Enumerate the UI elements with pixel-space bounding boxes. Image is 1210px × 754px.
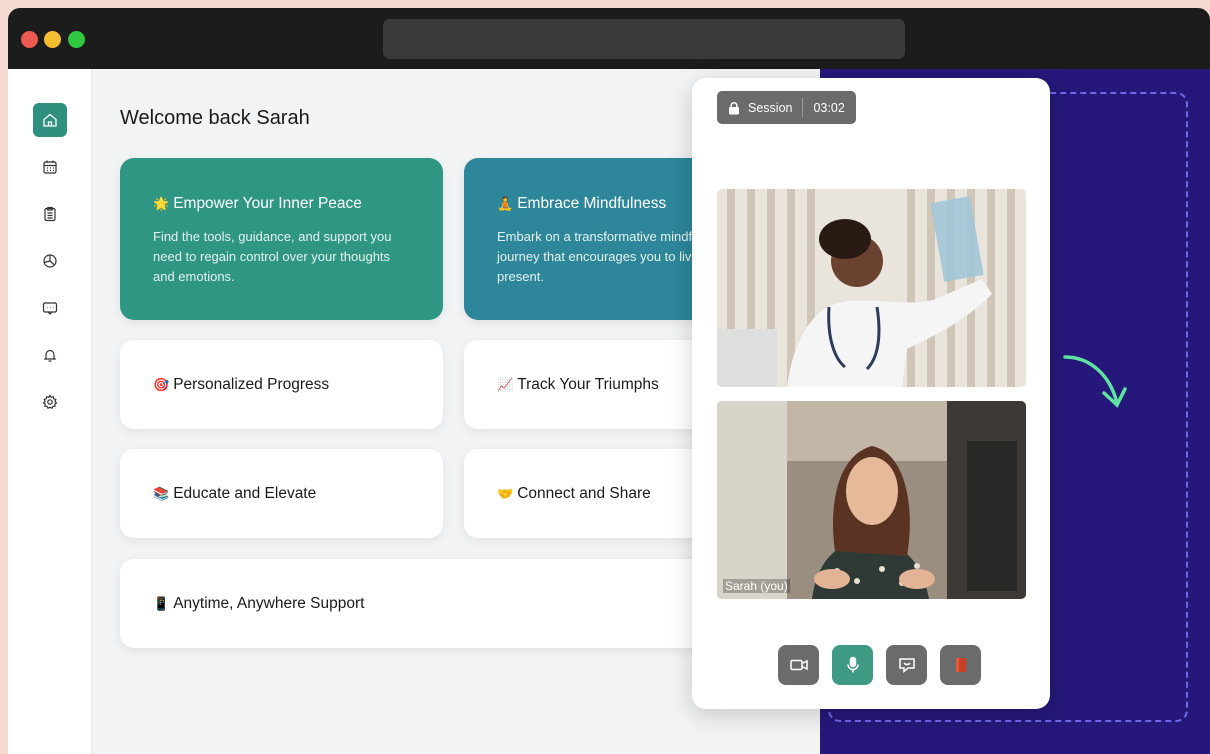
clipboard-icon (44, 206, 56, 222)
settings-icon (42, 394, 58, 409)
lock-icon (729, 101, 739, 114)
target-emoji-icon: 🎯 (153, 378, 170, 393)
calendar-icon (43, 160, 57, 174)
sidebar-item-reports[interactable] (33, 244, 67, 278)
card-description: Find the tools, guidance, and support yo… (153, 229, 392, 284)
card-title: 📚 Educate and Elevate (153, 485, 317, 502)
bell-icon (43, 349, 57, 362)
chat-button[interactable] (886, 645, 927, 685)
card-empower-inner-peace[interactable]: 🌟 Empower Your Inner Peace Find the tools… (120, 158, 443, 320)
meditation-emoji-icon: 🧘 (497, 197, 514, 212)
session-label: Session (748, 100, 793, 115)
card-title: 🌟 Empower Your Inner Peace (153, 195, 362, 212)
chat-icon (898, 658, 915, 674)
maximize-window-button[interactable] (68, 31, 85, 48)
card-title: 🤝 Connect and Share (497, 485, 651, 502)
doctor-video-frame (717, 189, 1026, 387)
minimize-window-button[interactable] (44, 31, 61, 48)
sidebar-item-calendar[interactable] (33, 150, 67, 184)
card-title: 📈 Track Your Triumphs (497, 376, 659, 393)
microphone-icon (846, 656, 859, 673)
page-title: Welcome back Sarah (120, 107, 310, 129)
title-bar (8, 8, 1210, 69)
sidebar (8, 69, 92, 754)
address-bar[interactable] (383, 19, 905, 59)
card-title: 🎯 Personalized Progress (153, 376, 330, 393)
card-anytime-support[interactable]: 📱 Anytime, Anywhere Support (120, 559, 787, 648)
leave-call-button[interactable] (940, 645, 981, 685)
self-video-label: Sarah (you) (723, 579, 790, 593)
card-title: 🧘 Embrace Mindfulness (497, 195, 667, 212)
pie-chart-icon (43, 254, 57, 268)
sidebar-item-messages[interactable] (33, 291, 67, 325)
curved-arrow-icon (1063, 355, 1127, 408)
handshake-emoji-icon: 🤝 (497, 487, 514, 502)
card-title: 📱 Anytime, Anywhere Support (153, 595, 365, 612)
phone-emoji-icon: 📱 (153, 597, 170, 612)
sidebar-item-notifications[interactable] (33, 338, 67, 372)
close-window-button[interactable] (21, 31, 38, 48)
message-icon (42, 302, 58, 315)
camera-toggle-button[interactable] (778, 645, 819, 685)
star-emoji-icon: 🌟 (153, 197, 170, 212)
home-icon (43, 113, 57, 127)
chart-emoji-icon: 📈 (497, 378, 514, 393)
session-timer: 03:02 (813, 100, 845, 115)
session-badge: Session 03:02 (717, 91, 856, 124)
sidebar-item-notes[interactable] (33, 197, 67, 231)
divider (802, 98, 804, 117)
card-personalized-progress[interactable]: 🎯 Personalized Progress (120, 340, 443, 429)
leave-icon (955, 658, 966, 672)
self-video-sarah[interactable]: Sarah (you) (717, 401, 1026, 599)
video-call-panel: Session 03:02 Sarah (you) (692, 78, 1050, 709)
sidebar-item-settings[interactable] (33, 385, 67, 419)
remote-video-doctor[interactable] (717, 189, 1026, 387)
microphone-toggle-button[interactable] (832, 645, 873, 685)
books-emoji-icon: 📚 (153, 487, 170, 502)
self-video-frame (717, 401, 1026, 599)
card-educate-elevate[interactable]: 📚 Educate and Elevate (120, 449, 443, 538)
camera-icon (789, 659, 808, 671)
sidebar-item-home[interactable] (33, 103, 67, 137)
